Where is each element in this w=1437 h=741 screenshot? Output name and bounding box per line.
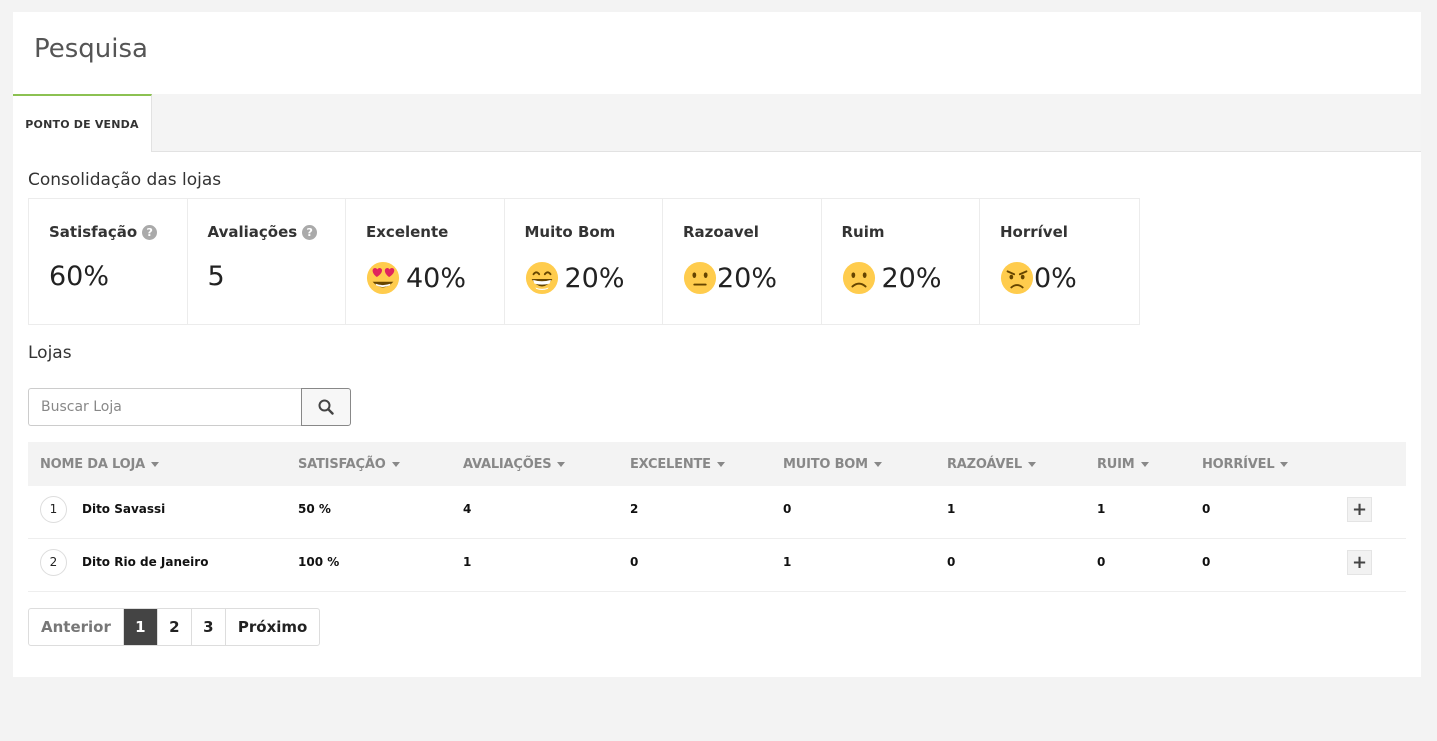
cell-horrivel: 0 xyxy=(1202,555,1211,569)
pagination-previous[interactable]: Anterior xyxy=(29,609,124,645)
pagination-next[interactable]: Próximo xyxy=(226,609,319,645)
column-header-ruim[interactable]: RUIM xyxy=(1097,442,1149,486)
page-1-button[interactable]: 1 xyxy=(123,609,158,645)
main-panel: Pesquisa PONTO DE VENDA Consolidação das… xyxy=(13,12,1421,677)
card-value: 5 xyxy=(207,261,225,292)
consolidation-cards: Satisfação ? 60% Avaliações ? 5 Excelent… xyxy=(28,198,1140,325)
sort-caret-icon xyxy=(1140,461,1149,467)
column-header-horrivel[interactable]: HORRÍVEL xyxy=(1202,442,1289,486)
page-3-button[interactable]: 3 xyxy=(192,609,226,645)
card-value: 20% xyxy=(564,262,625,294)
card-label: Avaliações xyxy=(207,223,298,241)
table-header: NOME DA LOJA SATISFAÇÃO AVALIAÇÕES EXCEL… xyxy=(28,442,1406,486)
cell-razoavel: 1 xyxy=(947,502,956,516)
column-header-razoavel[interactable]: RAZOÁVEL xyxy=(947,442,1037,486)
search-input[interactable] xyxy=(28,388,301,426)
grinning-emoji-icon xyxy=(525,261,558,295)
card-razoavel: Razoavel 20% xyxy=(663,199,822,324)
expand-row-button[interactable]: + xyxy=(1347,496,1372,522)
card-value: 40% xyxy=(406,262,467,294)
sort-caret-icon xyxy=(557,461,566,467)
card-label: Horrível xyxy=(1000,223,1068,241)
card-avaliacoes: Avaliações ? 5 xyxy=(188,199,346,324)
stores-table: NOME DA LOJA SATISFAÇÃO AVALIAÇÕES EXCEL… xyxy=(28,442,1406,592)
card-label: Excelente xyxy=(366,223,449,241)
column-header-excelente[interactable]: EXCELENTE xyxy=(630,442,725,486)
store-search xyxy=(28,388,351,426)
cell-excelente: 2 xyxy=(630,502,639,516)
heart-eyes-emoji-icon xyxy=(366,261,400,295)
card-muito-bom: Muito Bom 20% xyxy=(505,199,663,324)
cell-satisfacao: 100 % xyxy=(298,555,340,569)
page-title: Pesquisa xyxy=(34,34,148,64)
cell-ruim: 0 xyxy=(1097,555,1106,569)
pagination: Anterior 1 2 3 Próximo xyxy=(28,608,321,646)
frowning-emoji-icon xyxy=(842,261,875,295)
sort-caret-icon xyxy=(1280,461,1289,467)
cell-muito-bom: 1 xyxy=(783,555,792,569)
card-value: 20% xyxy=(881,262,942,294)
column-header-satisfacao[interactable]: SATISFAÇÃO xyxy=(298,442,400,486)
cell-avaliacoes: 4 xyxy=(463,502,472,516)
neutral-face-emoji-icon xyxy=(683,261,717,295)
row-number: 1 xyxy=(40,495,67,523)
column-header-avaliacoes[interactable]: AVALIAÇÕES xyxy=(463,442,566,486)
sort-caret-icon xyxy=(1028,461,1037,467)
expand-row-button[interactable]: + xyxy=(1347,549,1372,575)
table-row: 2 Dito Rio de Janeiro 100 % 1 0 1 0 0 0 … xyxy=(28,539,1406,592)
consolidation-title: Consolidação das lojas xyxy=(28,170,222,190)
question-help-icon[interactable]: ? xyxy=(142,224,158,240)
row-number: 2 xyxy=(40,548,67,576)
cell-razoavel: 0 xyxy=(947,555,956,569)
page-2-button[interactable]: 2 xyxy=(158,609,192,645)
question-help-icon[interactable]: ? xyxy=(302,224,318,240)
card-excelente: Excelente 40% xyxy=(346,199,505,324)
cell-ruim: 1 xyxy=(1097,502,1106,516)
card-value: 0% xyxy=(1034,262,1077,294)
sort-caret-icon xyxy=(873,461,882,467)
cell-satisfacao: 50 % xyxy=(298,502,331,516)
cell-horrivel: 0 xyxy=(1202,502,1211,516)
store-name: Dito Rio de Janeiro xyxy=(82,555,209,569)
card-label: Muito Bom xyxy=(524,223,616,241)
stores-title: Lojas xyxy=(28,343,72,363)
card-value: 60% xyxy=(49,261,110,292)
table-row: 1 Dito Savassi 50 % 4 2 0 1 1 0 + xyxy=(28,486,1406,539)
cell-avaliacoes: 1 xyxy=(463,555,472,569)
sort-caret-icon xyxy=(151,461,160,467)
card-label: Ruim xyxy=(841,223,885,241)
store-name: Dito Savassi xyxy=(82,502,166,516)
cell-excelente: 0 xyxy=(630,555,639,569)
search-button[interactable] xyxy=(301,388,351,426)
column-header-muito-bom[interactable]: MUITO BOM xyxy=(783,442,882,486)
card-label: Razoavel xyxy=(683,223,759,241)
card-horrivel: Horrível 0% xyxy=(980,199,1139,324)
sort-caret-icon xyxy=(391,461,400,467)
sort-caret-icon xyxy=(716,461,725,467)
cell-muito-bom: 0 xyxy=(783,502,792,516)
card-value: 20% xyxy=(717,262,778,294)
tab-ponto-de-venda[interactable]: PONTO DE VENDA xyxy=(13,94,152,152)
angry-emoji-icon xyxy=(1000,261,1034,295)
card-label: Satisfação xyxy=(49,223,138,241)
column-header-nome-da-loja[interactable]: NOME DA LOJA xyxy=(40,442,160,486)
search-icon xyxy=(318,399,334,415)
tab-bar: PONTO DE VENDA xyxy=(13,94,1421,152)
card-ruim: Ruim 20% xyxy=(822,199,980,324)
card-satisfacao: Satisfação ? 60% xyxy=(29,199,188,324)
